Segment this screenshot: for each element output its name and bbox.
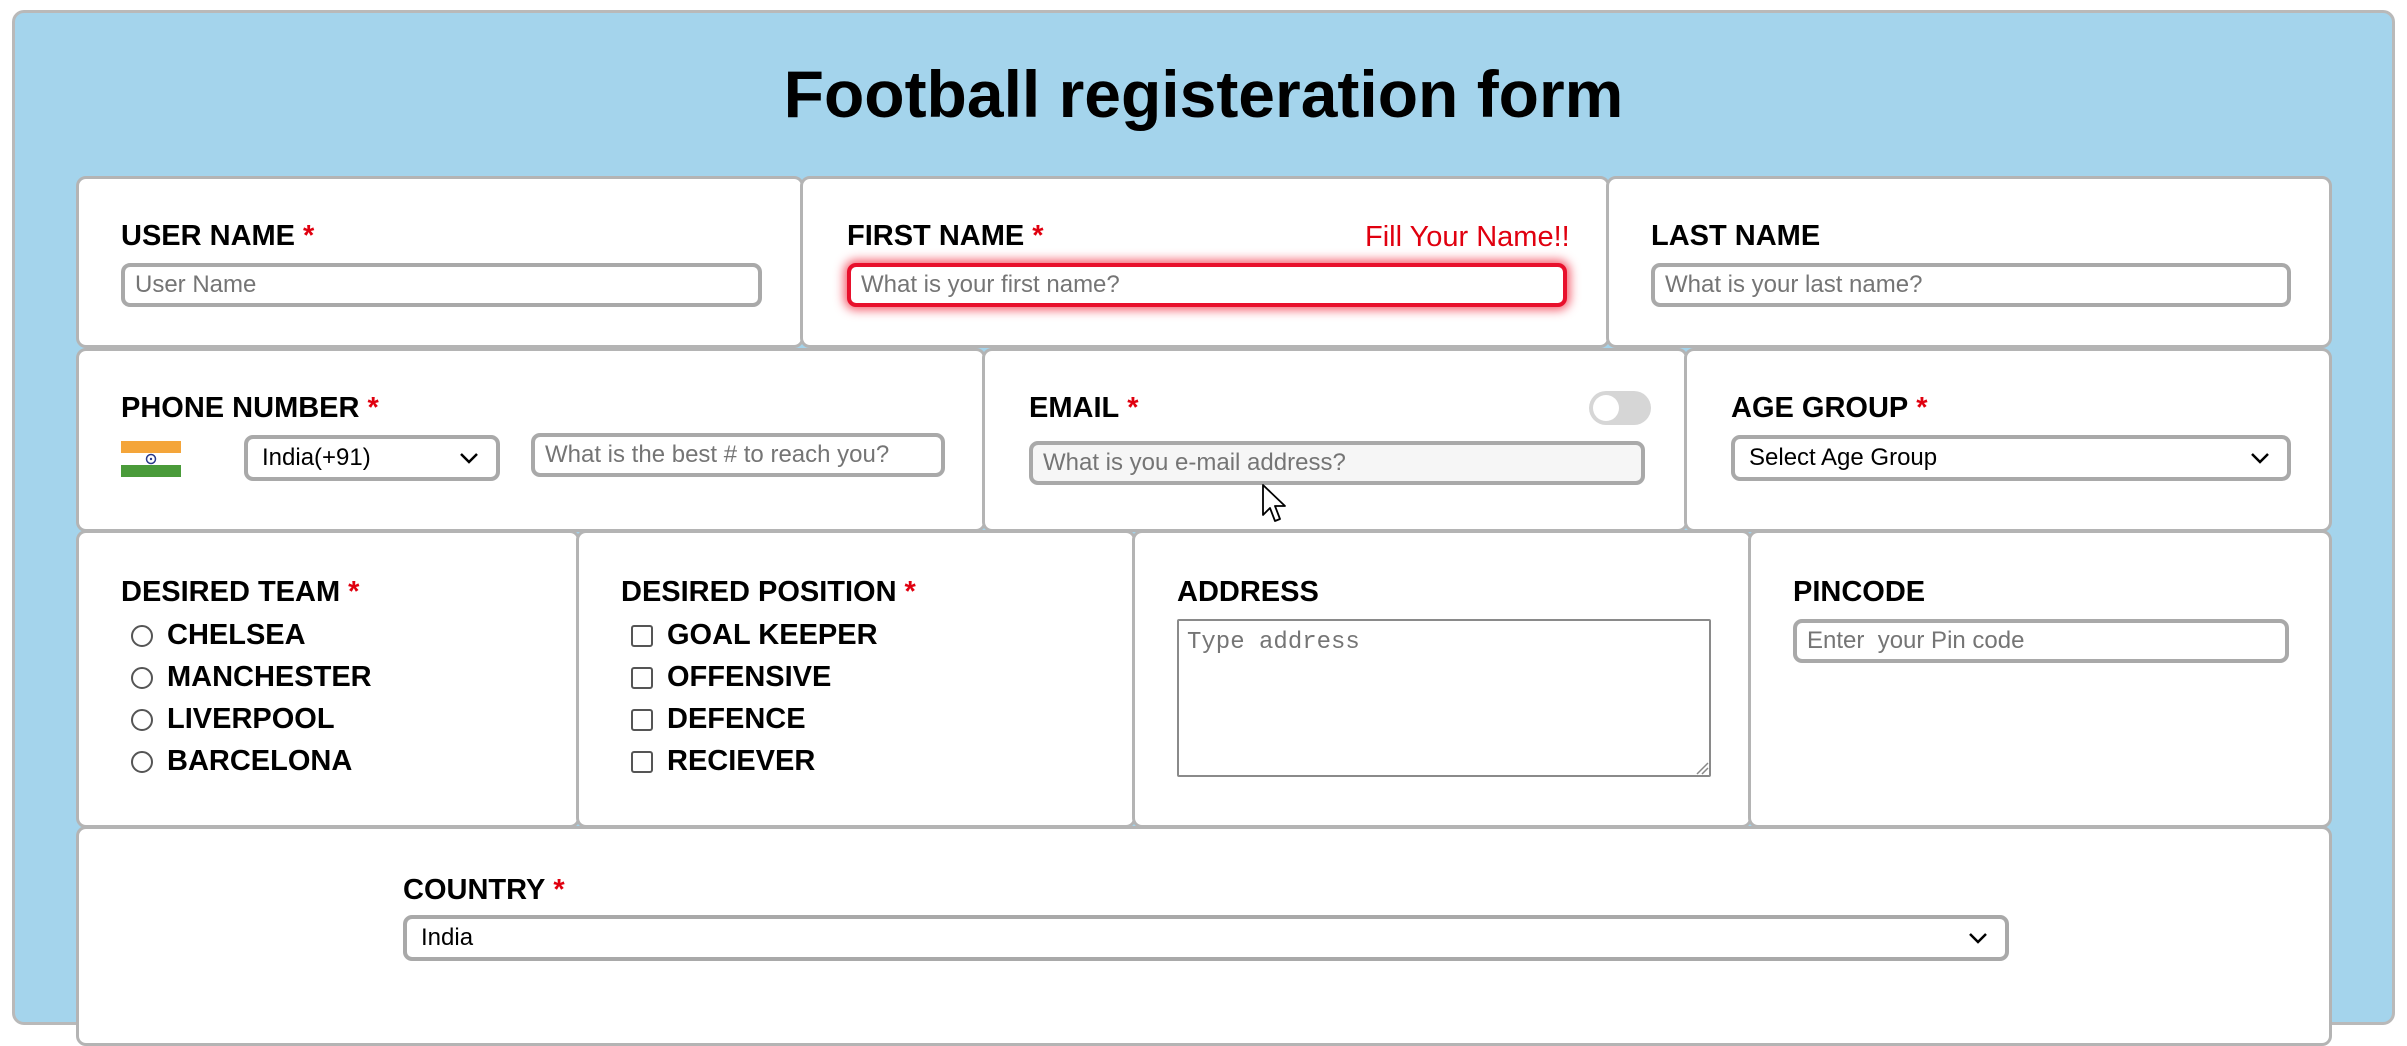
- phone-label: PHONE NUMBER *: [121, 392, 379, 424]
- lastname-card: LAST NAME: [1606, 176, 2332, 348]
- pincode-label: PINCODE: [1793, 576, 1926, 608]
- country-code-select[interactable]: India(+91): [244, 435, 500, 481]
- firstname-input[interactable]: [847, 263, 1567, 307]
- position-checkbox[interactable]: [631, 624, 653, 647]
- mouse-cursor-icon: [1262, 484, 1286, 522]
- chevron-down-icon: [460, 453, 478, 464]
- pincode-card: PINCODE: [1748, 530, 2332, 828]
- address-card: ADDRESS: [1132, 530, 1752, 828]
- india-flag-icon: [121, 441, 181, 477]
- position-checkbox[interactable]: [631, 750, 653, 773]
- team-option-barcelona[interactable]: BARCELONA: [131, 745, 352, 778]
- firstname-label: FIRST NAME *: [847, 220, 1044, 252]
- firstname-error-message: Fill Your Name!!: [1365, 221, 1570, 253]
- email-input[interactable]: [1029, 441, 1645, 485]
- resize-handle-icon[interactable]: [1695, 761, 1709, 775]
- address-label: ADDRESS: [1177, 576, 1319, 608]
- team-option-chelsea[interactable]: CHELSEA: [131, 619, 306, 652]
- position-checkbox[interactable]: [631, 708, 653, 731]
- email-label: EMAIL *: [1029, 392, 1139, 424]
- position-option-defence[interactable]: DEFENCE: [631, 703, 806, 736]
- position-checkbox[interactable]: [631, 666, 653, 689]
- country-label: COUNTRY *: [403, 874, 565, 906]
- toggle-knob: [1593, 395, 1619, 421]
- lastname-label: LAST NAME: [1651, 220, 1821, 252]
- lastname-input[interactable]: [1651, 263, 2291, 307]
- age-group-card: AGE GROUP * Select Age Group: [1684, 348, 2332, 532]
- country-card: COUNTRY * India: [76, 826, 2332, 1046]
- address-textarea[interactable]: [1177, 619, 1711, 777]
- team-radio[interactable]: [131, 708, 153, 731]
- team-option-manchester[interactable]: MANCHESTER: [131, 661, 372, 694]
- username-label: USER NAME *: [121, 220, 315, 252]
- chevron-down-icon: [2251, 453, 2269, 464]
- firstname-card: FIRST NAME * Fill Your Name!!: [800, 176, 1610, 348]
- age-group-select[interactable]: Select Age Group: [1731, 435, 2291, 481]
- position-option-goal-keeper[interactable]: GOAL KEEPER: [631, 619, 878, 652]
- team-radio[interactable]: [131, 666, 153, 689]
- phone-input[interactable]: [531, 433, 945, 477]
- desired-team-card: DESIRED TEAM * CHELSEA MANCHESTER LIVERPO…: [76, 530, 580, 828]
- position-option-reciever[interactable]: RECIEVER: [631, 745, 815, 778]
- desired-position-label: DESIRED POSITION *: [621, 576, 916, 608]
- username-card: USER NAME *: [76, 176, 804, 348]
- team-radio[interactable]: [131, 750, 153, 773]
- team-radio[interactable]: [131, 624, 153, 647]
- phone-card: PHONE NUMBER * India(+91): [76, 348, 986, 532]
- pincode-input[interactable]: [1793, 619, 2289, 663]
- country-value: India: [421, 924, 474, 951]
- page-title: Football registeration form: [783, 57, 1624, 131]
- username-input[interactable]: [121, 263, 762, 307]
- desired-team-label: DESIRED TEAM *: [121, 576, 360, 608]
- team-option-liverpool[interactable]: LIVERPOOL: [131, 703, 335, 736]
- email-card: EMAIL *: [982, 348, 1688, 532]
- email-toggle[interactable]: [1589, 391, 1651, 425]
- age-group-value: Select Age Group: [1749, 444, 1938, 471]
- country-select[interactable]: India: [403, 915, 2009, 961]
- position-option-offensive[interactable]: OFFENSIVE: [631, 661, 831, 694]
- country-code-value: India(+91): [262, 444, 371, 471]
- chevron-down-icon: [1969, 933, 1987, 944]
- desired-position-card: DESIRED POSITION * GOAL KEEPER OFFENSIVE …: [576, 530, 1136, 828]
- age-group-label: AGE GROUP *: [1731, 392, 1928, 424]
